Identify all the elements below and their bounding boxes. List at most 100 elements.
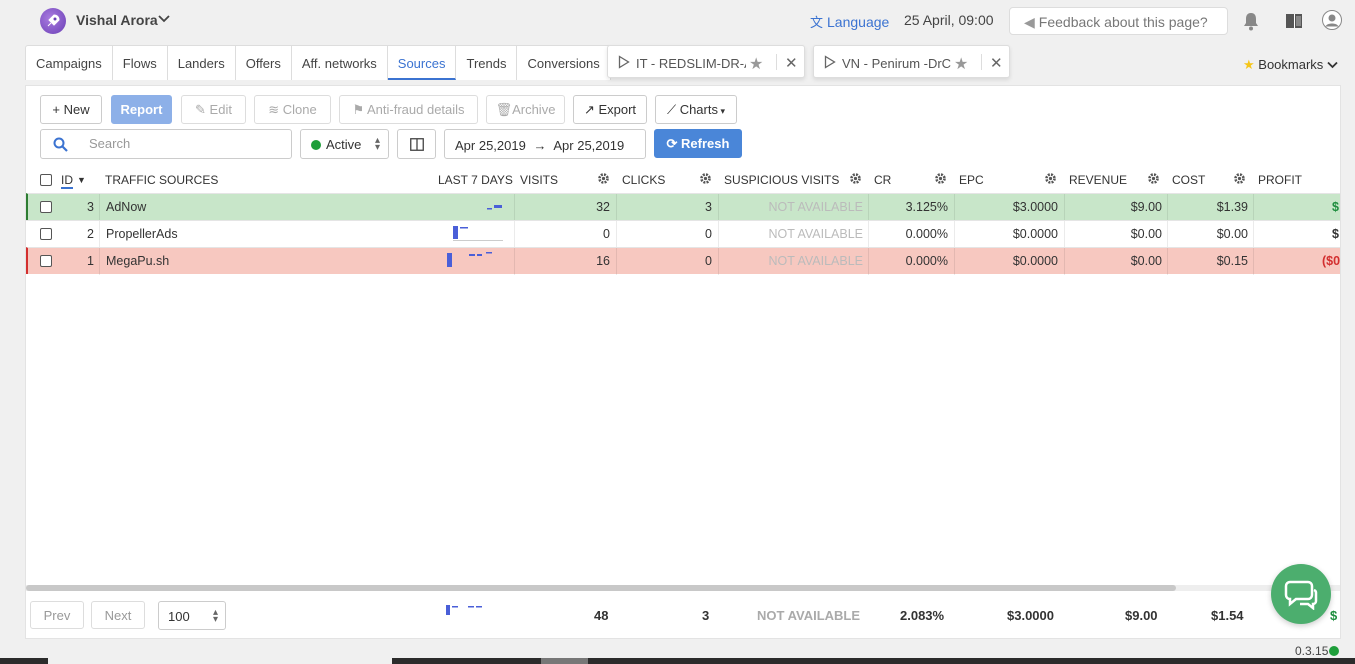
report-button[interactable]: Report (111, 95, 172, 124)
feedback-button[interactable]: ◀ Feedback about this page? (1009, 7, 1228, 35)
book-icon[interactable] (1285, 12, 1303, 30)
tab-flows[interactable]: Flows (113, 46, 168, 80)
campaign-tab-vn-penirum[interactable]: VN - Penirum -DrC ★ ✕ (813, 45, 1010, 78)
divider (954, 248, 955, 275)
header-traffic-sources[interactable]: TRAFFIC SOURCES (105, 173, 218, 187)
tab-offers[interactable]: Offers (236, 46, 292, 80)
refresh-button[interactable]: ⟳ Refresh (654, 129, 742, 158)
total-cr: 2.083% (900, 608, 945, 623)
cell-cost: $0.00 (1216, 227, 1248, 241)
anti-fraud-button[interactable]: ⚑ Anti-fraud details (339, 95, 478, 124)
campaign-tab-it-redslim[interactable]: IT - REDSLIM-DR-A ★ ✕ (607, 45, 805, 78)
gear-icon[interactable] (597, 172, 610, 188)
pencil-icon: ✎ (195, 102, 210, 117)
archive-label: Archive (512, 102, 556, 117)
gear-icon[interactable] (849, 172, 862, 188)
header-revenue[interactable]: REVENUE (1069, 173, 1127, 187)
table-row[interactable]: 2 PropellerAds 0 0 NOT AVAILABLE 0.000% … (26, 220, 1340, 248)
date-from: Apr 25,2019 (455, 138, 526, 153)
language-link[interactable]: 文 Language (810, 12, 889, 31)
sort-desc-icon[interactable]: ▼ (77, 175, 86, 185)
clone-button[interactable]: ≋ Clone (254, 95, 331, 124)
row-checkbox[interactable] (40, 255, 52, 267)
page-size-value: 100 (168, 609, 190, 624)
gear-icon[interactable] (699, 172, 712, 188)
tab-trends[interactable]: Trends (456, 46, 518, 80)
cell-clicks: 3 (705, 200, 712, 214)
date-range-picker[interactable]: Apr 25,2019 → Apr 25,2019 (444, 129, 646, 159)
tab-sources[interactable]: Sources (387, 46, 457, 80)
bookmarks-menu[interactable]: ★ Bookmarks (1243, 57, 1338, 73)
header-profit[interactable]: PROFIT (1258, 173, 1302, 187)
star-icon[interactable]: ★ (749, 54, 763, 74)
export-button[interactable]: ↗ Export (573, 95, 647, 124)
header-cost[interactable]: COST (1172, 173, 1205, 187)
cell-id: 2 (87, 227, 94, 241)
prev-page-button[interactable]: Prev (30, 601, 84, 629)
divider (514, 248, 515, 275)
total-visits: 48 (594, 608, 609, 623)
cell-visits: 16 (596, 254, 610, 268)
search-box[interactable] (40, 129, 292, 159)
export-label: Export (598, 102, 637, 117)
cell-name[interactable]: MegaPu.sh (106, 254, 169, 268)
total-revenue: $9.00 (1125, 608, 1158, 623)
star-icon[interactable]: ★ (954, 54, 968, 74)
tab-landers[interactable]: Landers (168, 46, 236, 80)
cell-name[interactable]: PropellerAds (106, 227, 178, 241)
select-all-checkbox[interactable] (40, 174, 52, 186)
tab-conversions[interactable]: Conversions (517, 46, 609, 80)
table-row[interactable]: 3 AdNow 32 3 NOT AVAILABLE 3.125% $3.000… (26, 193, 1340, 221)
horizontal-scrollbar[interactable] (26, 585, 1340, 591)
row-checkbox[interactable] (40, 228, 52, 240)
header-clicks[interactable]: CLICKS (622, 173, 665, 187)
new-button[interactable]: + New (40, 95, 102, 124)
user-profile-icon[interactable] (1322, 10, 1342, 30)
chart-line-icon: ⟋ (666, 102, 680, 117)
main-tabs: Campaigns Flows Landers Offers Aff. netw… (25, 45, 611, 80)
row-checkbox[interactable] (40, 201, 52, 213)
gear-icon[interactable] (1147, 172, 1160, 188)
tab-aff-networks[interactable]: Aff. networks (292, 46, 388, 80)
top-bar: Vishal Arora 文 Language 25 April, 09:00 ◀… (0, 0, 1355, 44)
gear-icon[interactable] (1044, 172, 1057, 188)
divider (954, 221, 955, 248)
header-epc[interactable]: EPC (959, 173, 984, 187)
user-name[interactable]: Vishal Arora (76, 12, 158, 28)
cell-name[interactable]: AdNow (106, 200, 146, 214)
divider (981, 54, 982, 70)
user-avatar-rocket-icon[interactable] (40, 8, 66, 34)
header-suspicious-visits[interactable]: SUSPICIOUS VISITS (724, 173, 839, 187)
status-filter-select[interactable]: Active ▴ ▾ (300, 129, 389, 159)
chevron-down-icon[interactable] (158, 14, 170, 24)
page-size-select[interactable]: 100 ▴ ▾ (158, 601, 226, 630)
gear-icon[interactable] (934, 172, 947, 188)
cell-epc: $0.0000 (1012, 254, 1058, 268)
close-icon[interactable]: ✕ (785, 54, 798, 72)
table-row[interactable]: 1 MegaPu.sh 16 0 NOT AVAILABLE 0.000% $0… (26, 247, 1340, 275)
header-visits[interactable]: VISITS (520, 173, 558, 187)
columns-toggle-button[interactable] (397, 129, 436, 159)
scrollbar-thumb[interactable] (26, 585, 1176, 591)
edit-button[interactable]: ✎ Edit (181, 95, 246, 124)
divider (1253, 248, 1254, 275)
search-input[interactable] (89, 136, 279, 151)
divider (868, 221, 869, 248)
divider (1064, 248, 1065, 275)
total-suspicious: NOT AVAILABLE (757, 608, 861, 623)
header-cr[interactable]: CR (874, 173, 891, 187)
chat-widget-button[interactable] (1271, 564, 1331, 624)
header-last-7-days[interactable]: LAST 7 DAYS (438, 173, 513, 187)
campaign-tab-label: IT - REDSLIM-DR-A (636, 56, 746, 71)
archive-button[interactable]: 🗑Archive (486, 95, 565, 124)
next-page-button[interactable]: Next (91, 601, 145, 629)
bell-icon[interactable] (1242, 11, 1260, 31)
divider (718, 194, 719, 221)
charts-button[interactable]: ⟋ Charts ▾ (655, 95, 737, 124)
gear-icon[interactable] (1233, 172, 1246, 188)
close-icon[interactable]: ✕ (990, 54, 1003, 72)
cell-id: 3 (87, 200, 94, 214)
tab-campaigns[interactable]: Campaigns (26, 46, 113, 80)
header-id[interactable]: ID (61, 173, 73, 189)
divider (868, 194, 869, 221)
